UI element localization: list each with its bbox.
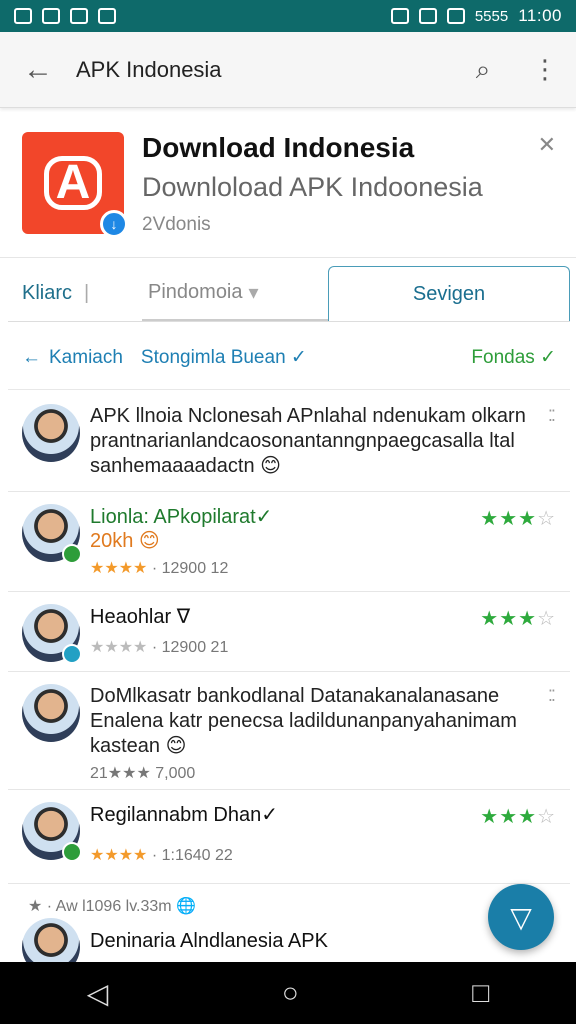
review-text-line: Enalena katr penecsa ladildunanpanyahani… [90,710,517,732]
filter-back-button[interactable]: ← Kamiach [22,347,123,369]
system-nav-bar: ◁ ○ □ [0,962,576,1024]
verified-badge-icon [62,544,82,564]
review-meta-text: · 12900 12 [151,560,229,577]
review-meta: ★★★★ · 12900 21 [90,637,556,657]
star-rating-small: ★★★★ [90,560,148,577]
review-meta: ★★★★ · 1:1640 22 [90,845,556,865]
compose-review-button[interactable]: ▽ [488,884,554,950]
shield-icon: ▽ [510,901,532,933]
status-right-icons: 5555 11:00 [390,6,562,26]
filter-back-label: Kamiach [49,346,123,368]
review-item[interactable]: ★ · Aw l1096 lv.33m 🌐 Deninaria Alndlane… [8,884,570,976]
star-rating-small: ★★★★ [90,847,148,864]
notification-icon [14,8,32,24]
mail-icon [70,8,88,24]
sort-selector[interactable]: Stongimla Buean ✓ [141,346,307,369]
review-text-line: APK llnoia Nclonesah APnlahal ndenukam o… [90,405,526,427]
review-item[interactable]: DoMlkasatr bankodlanal Datanakanalanasan… [8,672,570,790]
review-item[interactable]: Lionla: APkopilarat✓ 20kh 😊 ★★★★ · 12900… [8,492,570,592]
review-highlight: 20kh 😊 [90,530,160,552]
star-rating-small: ★★★★ [90,639,148,656]
app-logo-mark: A [44,156,102,210]
review-text-line: DoMlkasatr bankodlanal Datanakanalanasan… [90,685,500,707]
review-text-line: kastean 😊 [90,735,187,757]
verified-badge-icon [62,644,82,664]
review-meta-text: ★ · Aw l1096 lv.33m 🌐 [28,898,196,915]
filter-row: ← Kamiach Stongimla Buean ✓ Fondas ✓ [8,326,570,390]
app-icon [98,8,116,24]
star-empty-icon: ☆ [537,806,556,828]
tab-separator: | [84,282,90,304]
nav-home-icon[interactable]: ○ [282,977,299,1009]
app-subtitle: Downloload APK Indoonesia [142,172,483,202]
app-bar-title: APK Indonesia [76,56,222,82]
network-label: 5555 [474,7,509,25]
avatar [22,604,82,664]
overflow-menu-icon[interactable]: ⋮ [514,32,576,108]
app-name: Download Indonesia [142,132,415,163]
avatar [22,504,82,564]
arrow-left-icon: ← [22,346,41,368]
star-rating: ★★★☆ [480,804,556,829]
review-item[interactable]: APK llnoia Nclonesah APnlahal ndenukam o… [8,392,570,492]
app-bar: ← APK Indonesia ⌕ ⋮ [0,32,576,108]
tab-kliarc[interactable]: Kliarc | [8,266,142,321]
review-text-line: prantnarianlandcaosonantanngnpaegcasalla… [90,430,515,452]
tab-pindomoia-label: Pindomoia [148,281,243,303]
back-icon[interactable]: ← [0,32,76,108]
data-icon [446,8,465,24]
star-rating: ★★★☆ [480,506,556,531]
nav-back-icon[interactable]: ◁ [87,977,109,1010]
review-text-line: sanhemaaaadactn 😊 [90,455,281,477]
nav-recents-icon[interactable]: □ [472,977,489,1009]
star-filled-icon: ★★★ [480,806,538,828]
app-meta: 2Vdonis [142,214,211,235]
review-meta-text: 21★★★ 7,000 [90,765,196,782]
status-left-icons [14,8,116,24]
tab-pindomoia-dropdown[interactable]: Pindomoia ▾ [142,266,328,321]
star-empty-icon: ☆ [537,608,556,630]
avatar [22,404,80,462]
status-bar: 5555 11:00 [0,0,576,32]
app-logo: A ↓ [22,132,128,238]
message-icon [42,8,60,24]
app-header: A ↓ Download Indonesia Downloload APK In… [0,112,576,258]
review-meta-text: · 1:1640 22 [151,847,233,864]
search-icon[interactable]: ⌕ [452,32,514,108]
review-list: APK llnoia Nclonesah APnlahal ndenukam o… [8,392,570,976]
chevron-down-icon: ▾ [248,282,259,304]
wifi-icon [418,8,437,24]
tab-bar: Kliarc | Pindomoia ▾ Sevigen [8,266,570,322]
review-meta: ★★★★ · 12900 12 [90,558,556,578]
status-time: 11:00 [518,6,562,25]
review-meta-text: · 12900 21 [151,639,229,656]
review-item[interactable]: Heaohlar ∇ ★★★★ · 12900 21 ★★★☆ [8,592,570,672]
drag-handle-icon[interactable]: ⁚⁚ [548,686,556,706]
star-rating: ★★★☆ [480,606,556,631]
close-icon[interactable]: ✕ [538,132,556,158]
review-item[interactable]: Regilannabm Dhan✓ ★★★★ · 1:1640 22 ★★★☆ [8,790,570,884]
tab-sevigen[interactable]: Sevigen [328,266,570,321]
drag-handle-icon[interactable]: ⁚⁚ [548,406,556,426]
star-filled-icon: ★★★ [480,508,538,530]
verified-badge-icon [62,842,82,862]
star-filled-icon: ★★★ [480,608,538,630]
avatar [22,684,80,742]
filter-option[interactable]: Fondas ✓ [471,346,556,369]
vibrate-icon [390,8,409,24]
download-badge-icon: ↓ [100,210,128,238]
star-empty-icon: ☆ [537,508,556,530]
review-title: Deninaria Alndlanesia APK [90,930,328,952]
tab-kliarc-label: Kliarc [22,282,73,304]
avatar [22,802,82,862]
